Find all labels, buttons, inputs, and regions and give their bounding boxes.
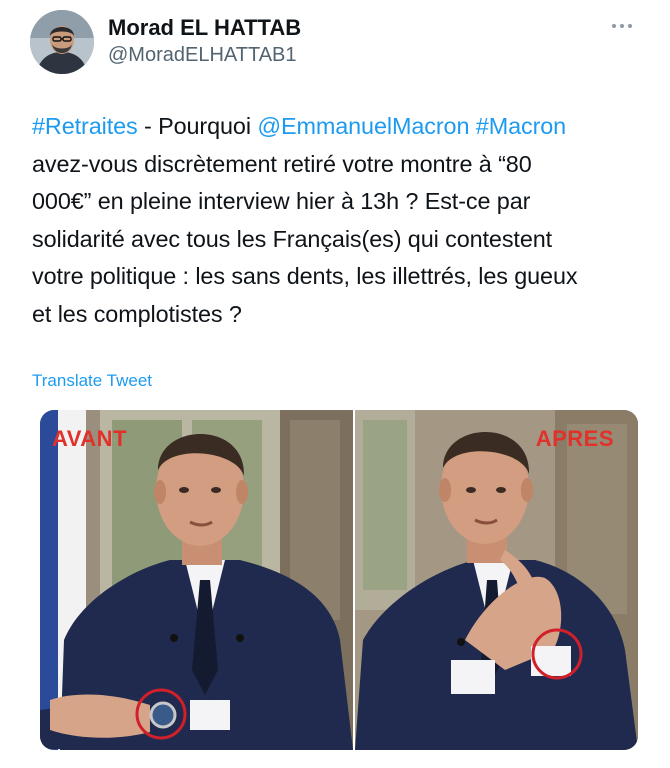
- author-display-name[interactable]: Morad EL HATTAB: [108, 14, 301, 42]
- tweet: Morad EL HATTAB @MoradELHATTAB1 #Retrait…: [0, 0, 670, 768]
- tweet-text-line: et les complotistes ?: [32, 296, 642, 334]
- tweet-text-line: 000€” en pleine interview hier à 13h ? E…: [32, 183, 642, 221]
- hashtag-link[interactable]: #Retraites: [32, 113, 138, 139]
- author-block: Morad EL HATTAB @MoradELHATTAB1: [108, 14, 301, 68]
- tweet-text-segment: avez-vous discrètement retiré votre mont…: [32, 150, 532, 177]
- tweet-text-line: avez-vous discrètement retiré votre mont…: [32, 146, 642, 184]
- more-horizontal-icon[interactable]: [610, 18, 634, 34]
- tweet-text-segment: - Pourquoi: [137, 113, 258, 139]
- tweet-text-segment: 000€” en pleine interview hier à 13h ? E…: [32, 188, 531, 215]
- tweet-text-line: votre politique : les sans dents, les il…: [32, 258, 642, 296]
- hashtag-link[interactable]: #Macron: [476, 113, 566, 139]
- author-handle[interactable]: @MoradELHATTAB1: [108, 42, 301, 68]
- tweet-text-segment: et les complotistes ?: [32, 300, 242, 327]
- photo-before: AVANT: [40, 410, 353, 750]
- photo-after: APRES: [355, 410, 638, 750]
- tweet-text-line: #Retraites - Pourquoi @EmmanuelMacron #M…: [32, 108, 642, 146]
- tweet-text-line: solidarité avec tous les Français(es) qu…: [32, 221, 642, 259]
- after-label: APRES: [535, 426, 614, 451]
- translate-tweet-link[interactable]: Translate Tweet: [32, 370, 152, 392]
- tweet-text-segment: votre politique : les sans dents, les il…: [32, 263, 578, 290]
- before-label: AVANT: [52, 426, 128, 451]
- tweet-text-segment: solidarité avec tous les Français(es) qu…: [32, 225, 553, 252]
- mention-link[interactable]: @EmmanuelMacron: [257, 113, 469, 139]
- avatar[interactable]: [30, 10, 94, 74]
- tweet-text: #Retraites - Pourquoi @EmmanuelMacron #M…: [32, 108, 642, 334]
- tweet-media[interactable]: AVANT APRES: [40, 410, 638, 750]
